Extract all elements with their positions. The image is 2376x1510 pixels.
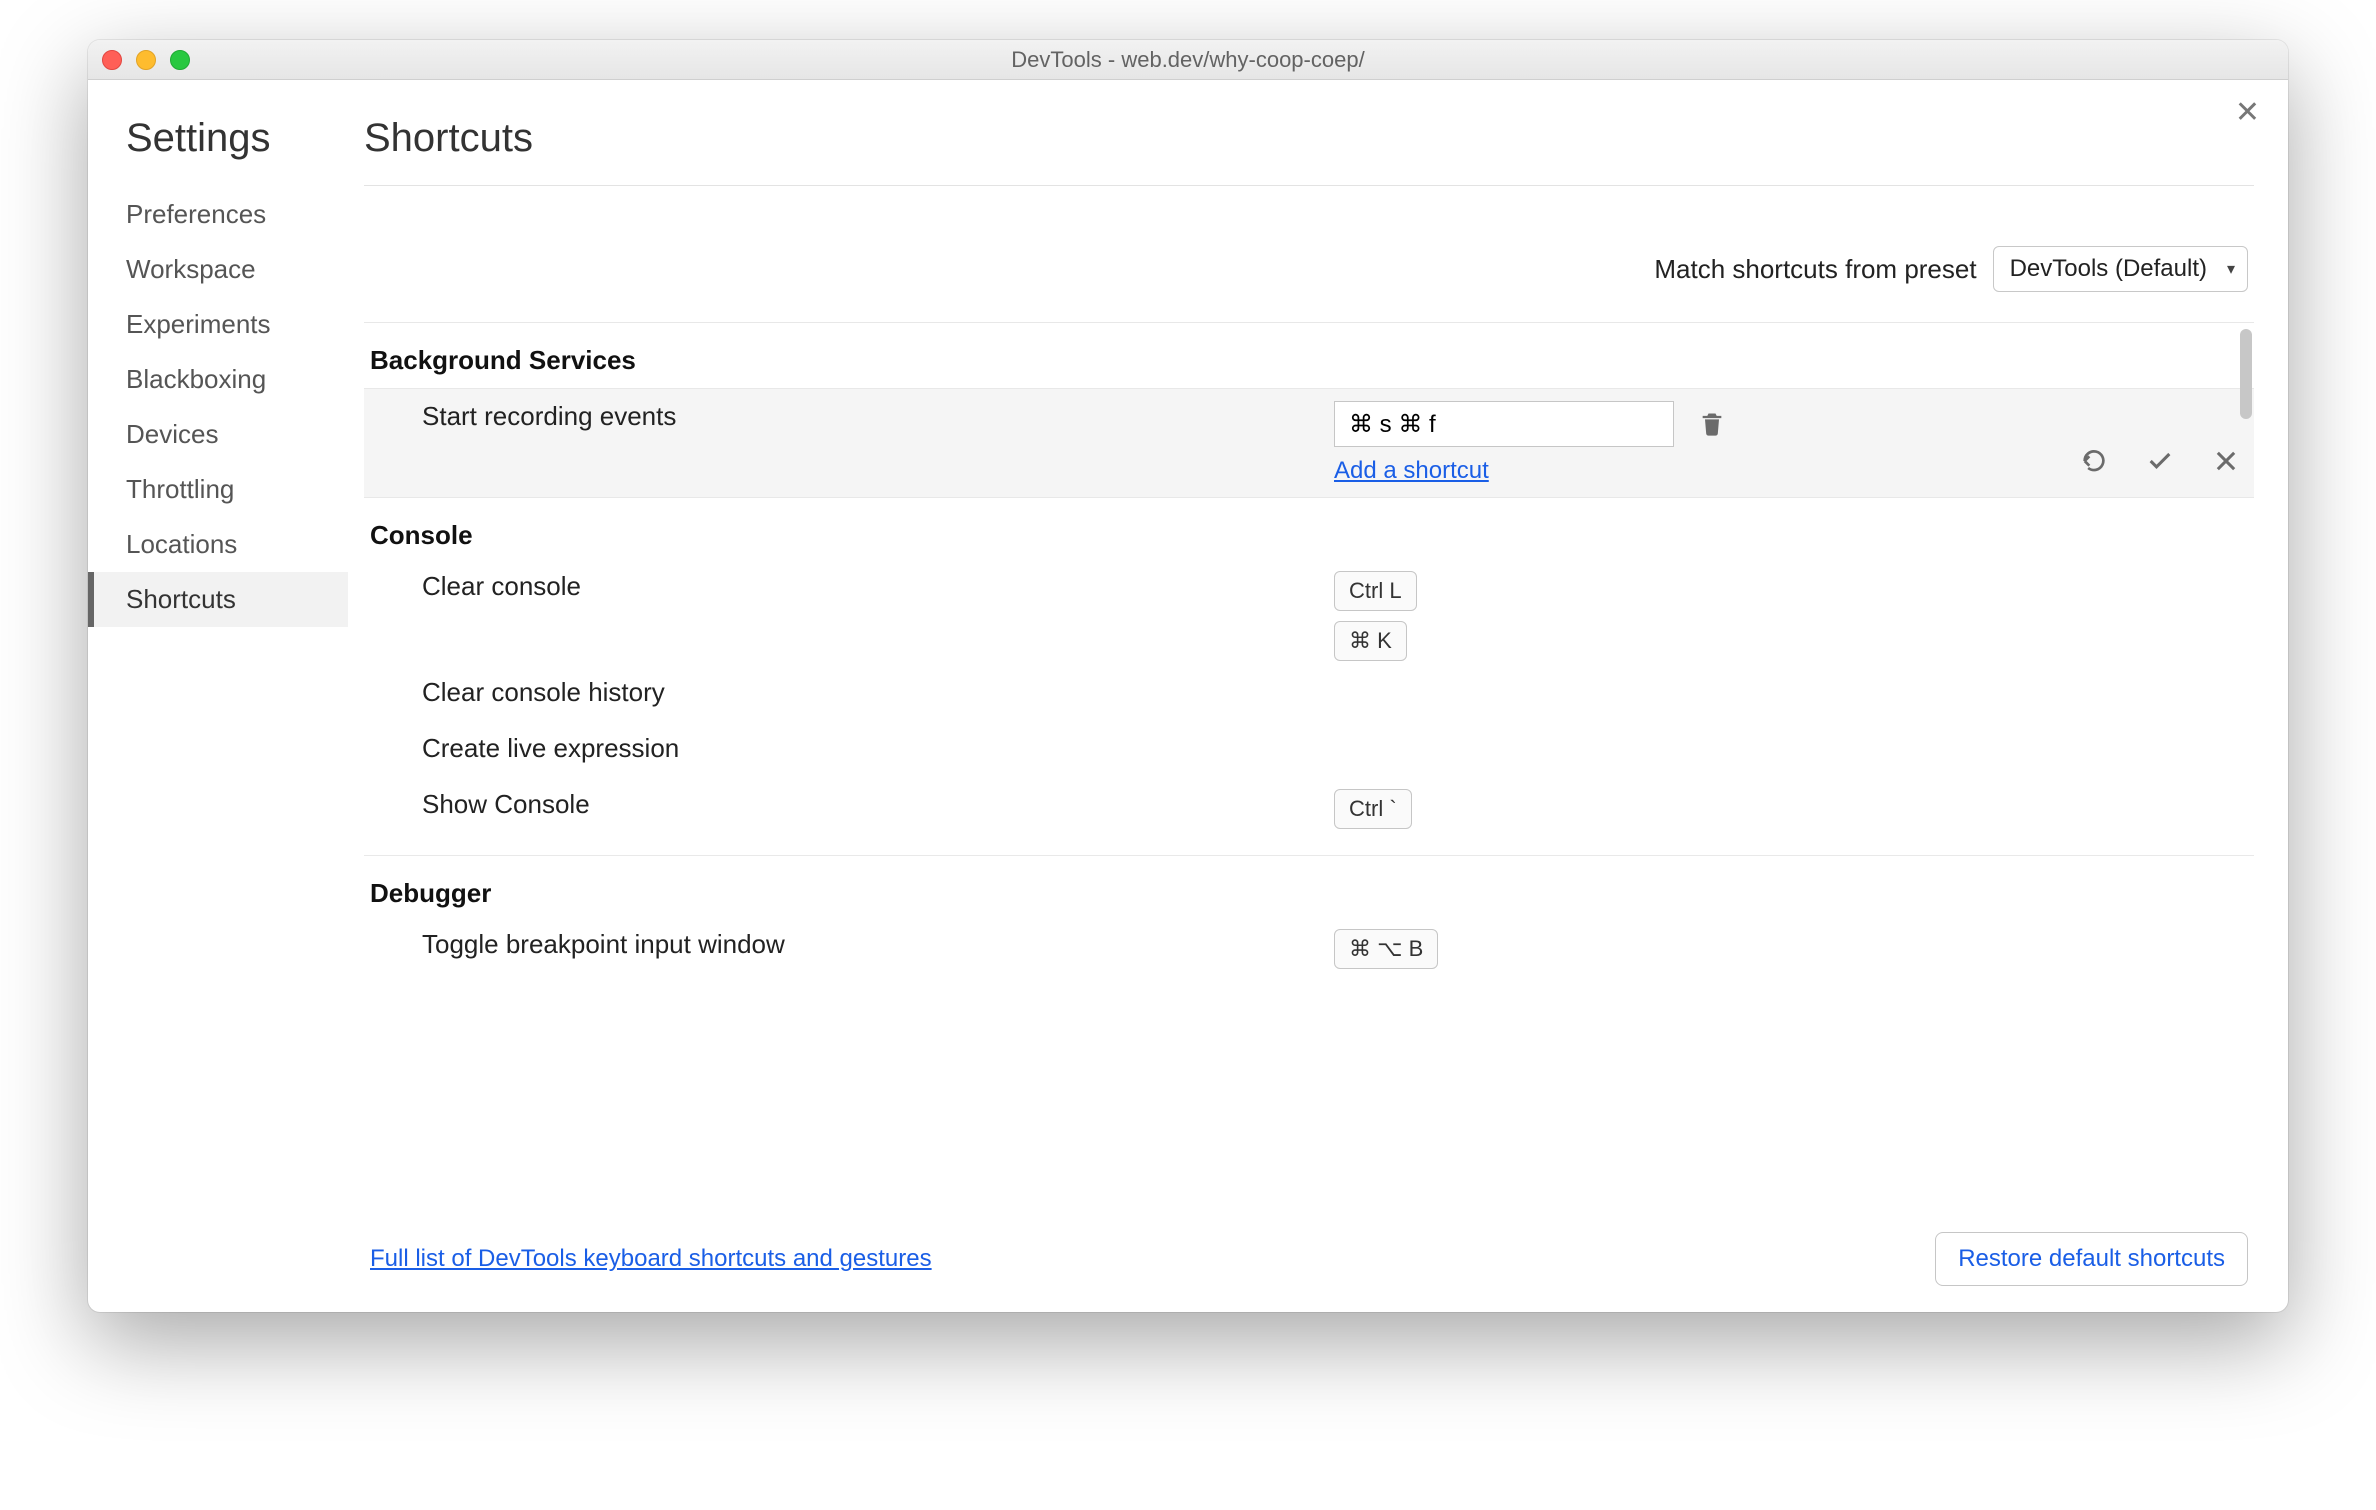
sidebar-item-workspace[interactable]: Workspace <box>126 242 348 297</box>
window-titlebar: DevTools - web.dev/why-coop-coep/ <box>88 40 2288 80</box>
undo-button[interactable] <box>2078 445 2110 477</box>
key-chord: Ctrl ` <box>1334 789 1412 829</box>
key-chord: Ctrl L <box>1334 571 1417 611</box>
sidebar-title: Settings <box>126 116 348 161</box>
row-keys: Add a shortcut <box>1334 401 2034 485</box>
check-icon <box>2146 447 2174 475</box>
row-toggle-breakpoint-input: Toggle breakpoint input window ⌘ ⌥ B <box>364 921 2254 977</box>
trash-icon <box>1698 410 1726 438</box>
shortcut-chord-input[interactable] <box>1334 401 1674 447</box>
content-area: ✕ Settings Preferences Workspace Experim… <box>88 80 2288 1312</box>
row-show-console: Show Console Ctrl ` <box>364 781 2254 837</box>
confirm-button[interactable] <box>2144 445 2176 477</box>
row-keys: Ctrl L ⌘ K <box>1334 571 2034 661</box>
row-keys: ⌘ ⌥ B <box>1334 929 2034 969</box>
preset-select-value: DevTools (Default) <box>2010 255 2207 282</box>
footer: Full list of DevTools keyboard shortcuts… <box>364 1214 2254 1312</box>
row-label: Create live expression <box>422 733 1334 764</box>
settings-sidebar: Settings Preferences Workspace Experimen… <box>88 80 348 1312</box>
undo-icon <box>2080 447 2108 475</box>
sidebar-item-devices[interactable]: Devices <box>126 407 348 462</box>
row-label: Start recording events <box>422 401 1334 432</box>
shortcuts-scroll[interactable]: Background Services Start recording even… <box>364 322 2254 1214</box>
row-label: Clear console <box>422 571 1334 602</box>
key-chord: ⌘ K <box>1334 621 1407 661</box>
sidebar-item-preferences[interactable]: Preferences <box>126 187 348 242</box>
edit-actions <box>2034 401 2254 477</box>
row-start-recording-events: Start recording events Add a shortcut <box>364 388 2254 498</box>
preset-label: Match shortcuts from preset <box>1654 254 1976 285</box>
row-create-live-expression: Create live expression <box>364 725 2254 781</box>
close-icon <box>2212 447 2240 475</box>
preset-select[interactable]: DevTools (Default) <box>1993 246 2248 292</box>
cancel-edit-button[interactable] <box>2210 445 2242 477</box>
delete-shortcut-button[interactable] <box>1696 408 1728 440</box>
full-shortcut-docs-link[interactable]: Full list of DevTools keyboard shortcuts… <box>370 1245 932 1273</box>
section-console: Console <box>364 498 2254 563</box>
sidebar-item-locations[interactable]: Locations <box>126 517 348 572</box>
devtools-settings-window: DevTools - web.dev/why-coop-coep/ ✕ Sett… <box>88 40 2288 1312</box>
row-label: Clear console history <box>422 677 1334 708</box>
sidebar-item-blackboxing[interactable]: Blackboxing <box>126 352 348 407</box>
sidebar-item-throttling[interactable]: Throttling <box>126 462 348 517</box>
window-title: DevTools - web.dev/why-coop-coep/ <box>88 47 2288 73</box>
section-debugger: Debugger <box>364 856 2254 921</box>
preset-row: Match shortcuts from preset DevTools (De… <box>364 186 2254 322</box>
add-shortcut-link[interactable]: Add a shortcut <box>1334 457 1489 485</box>
row-label: Toggle breakpoint input window <box>422 929 1334 960</box>
sidebar-item-shortcuts[interactable]: Shortcuts <box>88 572 348 627</box>
close-settings-button[interactable]: ✕ <box>2235 98 2260 128</box>
row-keys: Ctrl ` <box>1334 789 2034 829</box>
section-background-services: Background Services <box>364 323 2254 388</box>
row-label: Show Console <box>422 789 1334 820</box>
key-chord: ⌘ ⌥ B <box>1334 929 1438 969</box>
row-clear-console-history: Clear console history <box>364 669 2254 725</box>
sidebar-item-experiments[interactable]: Experiments <box>126 297 348 352</box>
page-title: Shortcuts <box>364 116 2254 186</box>
row-clear-console: Clear console Ctrl L ⌘ K <box>364 563 2254 669</box>
restore-defaults-button[interactable]: Restore default shortcuts <box>1935 1232 2248 1286</box>
main-panel: Shortcuts Match shortcuts from preset De… <box>348 80 2288 1312</box>
